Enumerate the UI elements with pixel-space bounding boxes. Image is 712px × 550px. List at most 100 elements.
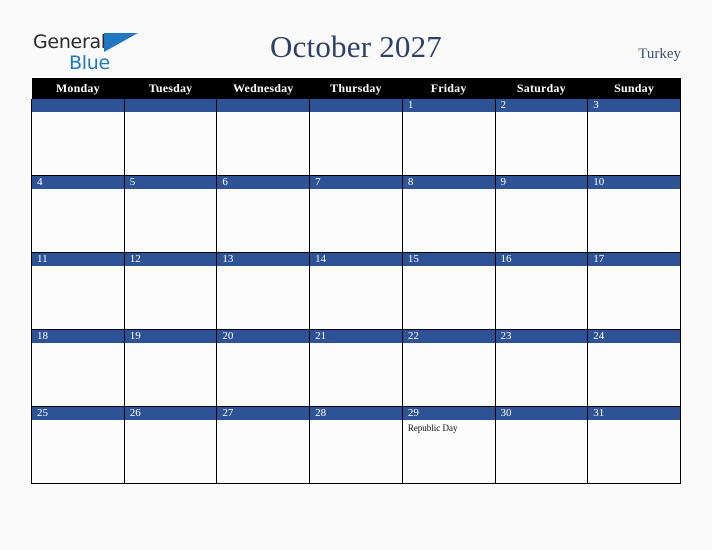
page-header: General Blue October 2027 Turkey bbox=[0, 0, 712, 78]
calendar-day-cell[interactable]: 21 bbox=[309, 329, 403, 407]
calendar-day-cell[interactable]: 4 bbox=[31, 175, 125, 253]
calendar-day-cell[interactable]: 3 bbox=[587, 99, 681, 176]
day-number: 4 bbox=[32, 176, 124, 189]
calendar-day-cell[interactable]: 9 bbox=[494, 175, 589, 253]
calendar-day-cell-empty[interactable] bbox=[216, 99, 311, 176]
calendar-day-cell[interactable]: 1 bbox=[401, 99, 496, 176]
calendar-day-cell[interactable]: 16 bbox=[494, 252, 589, 330]
day-content bbox=[32, 189, 124, 192]
day-number: 29 bbox=[402, 407, 495, 420]
day-number: 14 bbox=[310, 253, 402, 266]
calendar-day-cell[interactable]: 18 bbox=[31, 329, 125, 407]
calendar-day-cell[interactable]: 31 bbox=[587, 406, 681, 484]
day-content bbox=[588, 420, 680, 423]
day-content bbox=[125, 266, 217, 269]
calendar-day-cell[interactable]: 19 bbox=[123, 329, 218, 407]
calendar-day-cell[interactable]: 2 bbox=[494, 99, 589, 176]
calendar-week-row: 18 19 20 21 22 23 24 bbox=[31, 329, 681, 407]
day-number: 16 bbox=[495, 253, 588, 266]
weekday-header-wednesday: Wednesday bbox=[216, 78, 310, 99]
day-number bbox=[310, 99, 402, 112]
calendar-day-cell[interactable]: 27 bbox=[216, 406, 311, 484]
day-number: 8 bbox=[402, 176, 495, 189]
day-number: 25 bbox=[32, 407, 124, 420]
day-content bbox=[496, 343, 588, 346]
calendar-day-cell[interactable]: 20 bbox=[216, 329, 311, 407]
calendar-day-cell[interactable]: 23 bbox=[494, 329, 589, 407]
calendar-day-cell[interactable]: 17 bbox=[587, 252, 681, 330]
calendar-day-cell[interactable]: 24 bbox=[587, 329, 681, 407]
calendar-day-cell[interactable]: 28 bbox=[309, 406, 403, 484]
calendar-day-cell[interactable]: 14 bbox=[309, 252, 403, 330]
calendar-week-row: 25 26 27 28 29 Republic Day 30 31 bbox=[31, 406, 681, 484]
day-number: 9 bbox=[495, 176, 588, 189]
day-number: 12 bbox=[124, 253, 217, 266]
calendar-day-cell[interactable]: 22 bbox=[401, 329, 496, 407]
day-content bbox=[588, 112, 680, 115]
day-content bbox=[403, 266, 495, 269]
day-content bbox=[32, 420, 124, 423]
day-content bbox=[32, 112, 124, 115]
page-title: October 2027 bbox=[270, 29, 442, 64]
day-content: Republic Day bbox=[403, 420, 495, 434]
calendar-week-row: 11 12 13 14 15 16 17 bbox=[31, 252, 681, 330]
weekday-header-row: Monday Tuesday Wednesday Thursday Friday… bbox=[31, 78, 681, 99]
calendar-day-cell[interactable]: 5 bbox=[123, 175, 218, 253]
calendar-grid: Monday Tuesday Wednesday Thursday Friday… bbox=[31, 78, 681, 484]
day-content bbox=[403, 189, 495, 192]
day-content bbox=[217, 189, 309, 192]
weekday-header-thursday: Thursday bbox=[309, 78, 403, 99]
day-content bbox=[310, 420, 402, 423]
calendar-day-cell-empty[interactable] bbox=[31, 99, 125, 176]
day-number bbox=[217, 99, 310, 112]
day-number: 17 bbox=[588, 253, 680, 266]
day-number: 31 bbox=[588, 407, 680, 420]
holiday-label: Republic Day bbox=[407, 423, 458, 433]
day-content bbox=[125, 189, 217, 192]
weekday-header-tuesday: Tuesday bbox=[124, 78, 217, 99]
day-number: 7 bbox=[310, 176, 402, 189]
calendar-week-row: 4 5 6 7 8 9 10 bbox=[31, 175, 681, 253]
day-number: 5 bbox=[124, 176, 217, 189]
weekday-header-friday: Friday bbox=[402, 78, 496, 99]
day-number: 19 bbox=[124, 330, 217, 343]
calendar-day-cell[interactable]: 13 bbox=[216, 252, 311, 330]
day-number: 27 bbox=[217, 407, 310, 420]
day-number bbox=[124, 99, 217, 112]
day-number: 20 bbox=[217, 330, 310, 343]
calendar-day-cell-empty[interactable] bbox=[123, 99, 218, 176]
day-number: 13 bbox=[217, 253, 310, 266]
calendar-day-cell[interactable]: 15 bbox=[401, 252, 496, 330]
day-content bbox=[217, 420, 309, 423]
country-label: Turkey bbox=[638, 46, 681, 62]
calendar-day-cell[interactable]: 30 bbox=[494, 406, 589, 484]
calendar-day-cell-empty[interactable] bbox=[309, 99, 403, 176]
day-number: 21 bbox=[310, 330, 402, 343]
day-number: 22 bbox=[402, 330, 495, 343]
day-number: 11 bbox=[32, 253, 124, 266]
day-number: 18 bbox=[32, 330, 124, 343]
day-number: 15 bbox=[402, 253, 495, 266]
day-number: 3 bbox=[588, 99, 680, 112]
weekday-header-monday: Monday bbox=[31, 78, 125, 99]
calendar-day-cell[interactable]: 11 bbox=[31, 252, 125, 330]
day-number: 2 bbox=[495, 99, 588, 112]
calendar-day-cell[interactable]: 25 bbox=[31, 406, 125, 484]
day-content bbox=[32, 266, 124, 269]
day-content bbox=[217, 266, 309, 269]
calendar-day-cell[interactable]: 8 bbox=[401, 175, 496, 253]
day-number: 26 bbox=[124, 407, 217, 420]
day-content bbox=[125, 343, 217, 346]
day-number: 30 bbox=[495, 407, 588, 420]
day-content bbox=[588, 189, 680, 192]
calendar-day-cell[interactable]: 12 bbox=[123, 252, 218, 330]
calendar-day-cell[interactable]: 10 bbox=[587, 175, 681, 253]
calendar-day-cell[interactable]: 29 Republic Day bbox=[401, 406, 496, 484]
weekday-header-sunday: Sunday bbox=[587, 78, 681, 99]
day-content bbox=[588, 266, 680, 269]
calendar-week-row: 123 bbox=[31, 99, 681, 176]
day-number: 24 bbox=[588, 330, 680, 343]
calendar-day-cell[interactable]: 7 bbox=[309, 175, 403, 253]
calendar-day-cell[interactable]: 26 bbox=[123, 406, 218, 484]
calendar-day-cell[interactable]: 6 bbox=[216, 175, 311, 253]
